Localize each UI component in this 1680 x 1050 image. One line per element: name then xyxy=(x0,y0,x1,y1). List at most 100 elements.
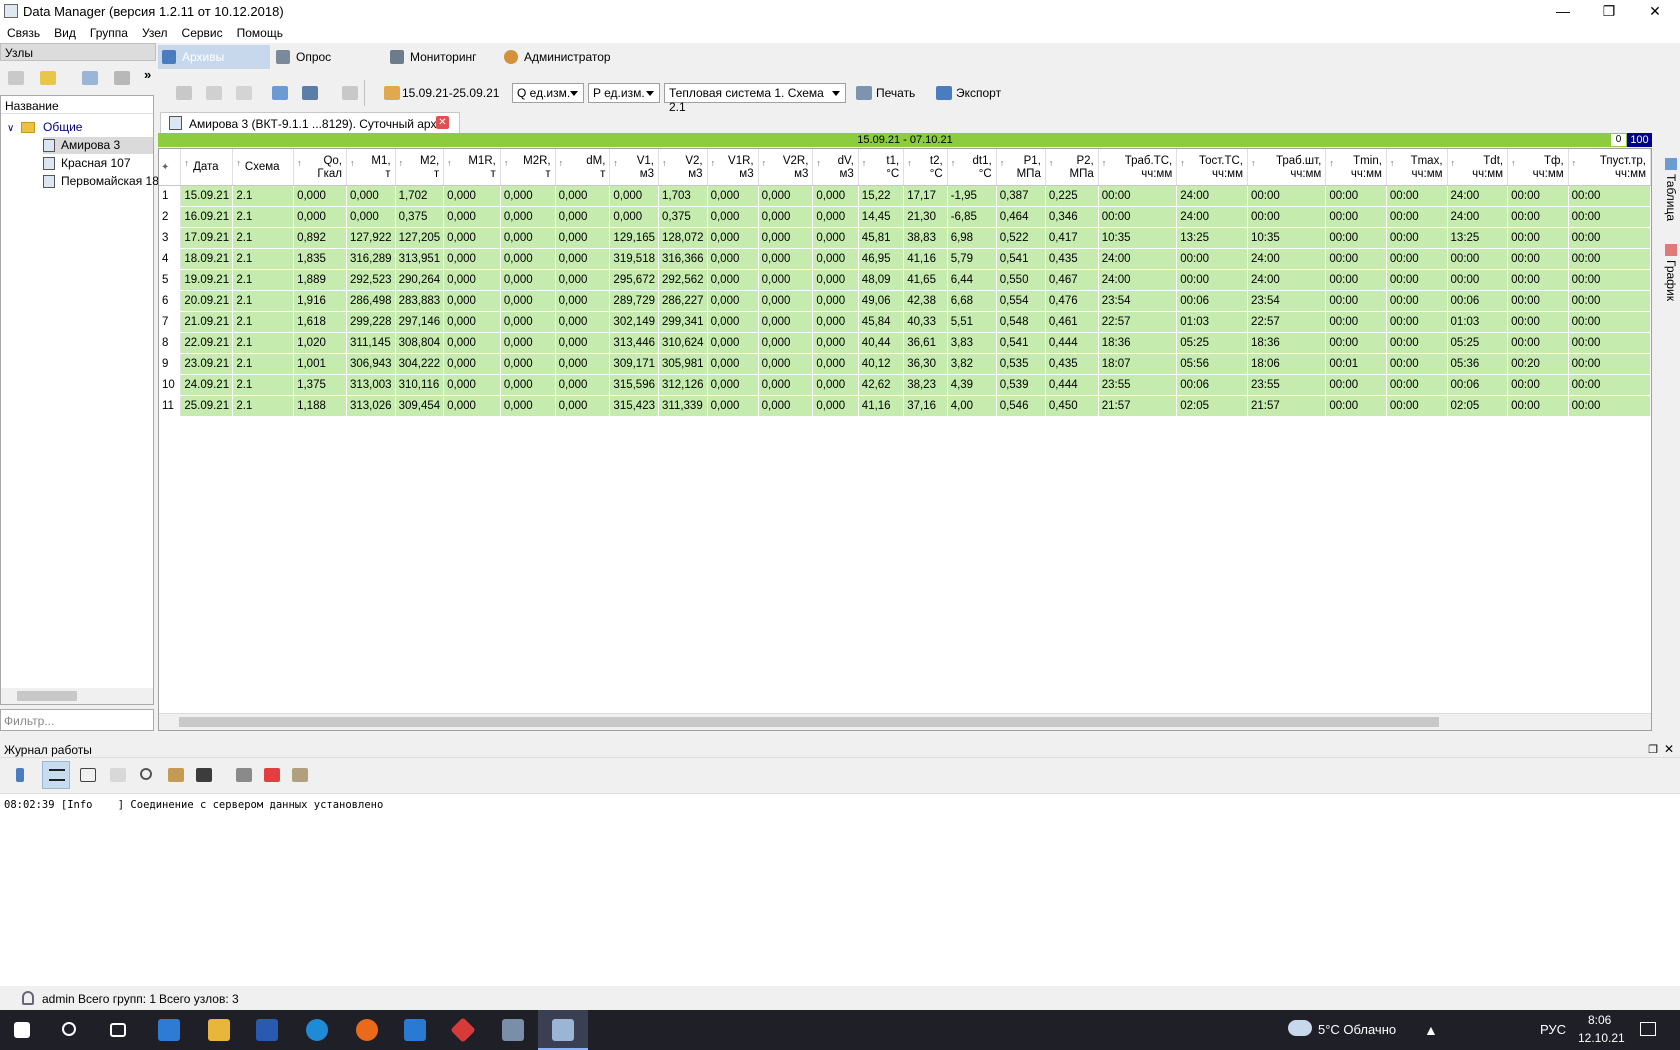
sort-arrow-icon[interactable]: ↑ xyxy=(559,157,564,170)
table-row[interactable]: 1 15.09.21 2.1 0,000 0,000 1,702 0,000 0,000 0,0… xyxy=(159,185,1651,207)
table-cell[interactable]: 0,000 xyxy=(707,353,759,375)
column-header[interactable]: ↑ Тф, чч:мм xyxy=(1507,149,1569,186)
table-cell[interactable]: -1,95 xyxy=(947,185,997,207)
weather-text[interactable]: 5°C Облачно xyxy=(1318,1022,1396,1037)
table-cell[interactable]: 0,435 xyxy=(1045,248,1099,270)
restore-button[interactable]: ❐ xyxy=(1586,0,1632,23)
table-cell[interactable]: 0,000 xyxy=(812,374,859,396)
tab-arkhivy[interactable]: Архивы xyxy=(158,45,270,69)
table-cell[interactable]: 0,417 xyxy=(1045,227,1099,249)
table-cell[interactable]: 24:00 xyxy=(1247,248,1327,270)
minimize-button[interactable]: — xyxy=(1540,0,1586,23)
heat-system-select[interactable]: Тепловая система 1. Схема 2.1 xyxy=(664,83,846,114)
table-row[interactable]: 3 17.09.21 2.1 0,892 127,922 127,205 0,000 0,00… xyxy=(159,227,1651,249)
table-cell[interactable]: 0,000 xyxy=(812,395,859,417)
table-cell[interactable]: 0,550 xyxy=(996,269,1046,291)
column-header[interactable]: ↑ V1R, м3 xyxy=(707,149,759,186)
table-cell[interactable]: 0,000 xyxy=(555,269,611,291)
menu-item-pomosh[interactable]: Помощь xyxy=(230,23,290,43)
table-cell[interactable]: 0,000 xyxy=(555,395,611,417)
notifications-icon[interactable] xyxy=(1640,1022,1656,1036)
table-cell[interactable]: 2.1 xyxy=(232,374,295,396)
table-cell[interactable]: 18:07 xyxy=(1098,353,1178,375)
table-cell[interactable]: 313,026 xyxy=(346,395,396,417)
report-icon[interactable] xyxy=(342,86,358,100)
table-cell[interactable]: 0,000 xyxy=(555,185,611,207)
table-cell[interactable]: 0,000 xyxy=(707,227,759,249)
table-cell[interactable]: 00:00 xyxy=(1098,185,1178,207)
column-header[interactable]: ↑ M1R, т xyxy=(443,149,501,186)
table-cell[interactable]: 0,000 xyxy=(758,353,814,375)
column-header[interactable]: ↑ Tdt, чч:мм xyxy=(1447,149,1509,186)
header-pin-icon[interactable]: ✦ xyxy=(159,149,182,186)
table-cell[interactable]: 0,000 xyxy=(707,374,759,396)
table-cell[interactable]: 00:00 xyxy=(1568,374,1651,396)
table-cell[interactable]: 0,444 xyxy=(1045,332,1099,354)
table-cell[interactable]: 00:00 xyxy=(1447,269,1509,291)
table-cell[interactable]: 0,464 xyxy=(996,206,1046,228)
table-cell[interactable]: 05:25 xyxy=(1176,332,1248,354)
table-cell[interactable]: 18:06 xyxy=(1247,353,1327,375)
table-cell[interactable]: 0,000 xyxy=(443,248,501,270)
table-cell[interactable]: 127,205 xyxy=(395,227,445,249)
table-cell[interactable]: 13:25 xyxy=(1447,227,1509,249)
table-cell[interactable]: 0,000 xyxy=(443,185,501,207)
sort-arrow-icon[interactable]: ↑ xyxy=(1390,157,1395,170)
table-cell[interactable]: 01:03 xyxy=(1176,311,1248,333)
menu-item-svyaz[interactable]: Связь xyxy=(0,23,47,43)
table-cell[interactable]: 0,000 xyxy=(812,290,859,312)
table-cell[interactable]: 41,16 xyxy=(858,395,905,417)
clock-date[interactable]: 12.10.21 xyxy=(1578,1031,1625,1045)
mail-icon[interactable] xyxy=(404,1019,426,1041)
table-cell[interactable]: 00:06 xyxy=(1447,290,1509,312)
table-cell[interactable]: 1,001 xyxy=(293,353,347,375)
table-cell[interactable]: 20.09.21 xyxy=(180,290,234,312)
tree-item-amirova-3[interactable]: Амирова 3 xyxy=(43,137,153,154)
table-cell[interactable]: 0,000 xyxy=(500,248,556,270)
table-cell[interactable]: 40,33 xyxy=(903,311,948,333)
table-cell[interactable]: 292,523 xyxy=(346,269,396,291)
table-cell[interactable]: 13:25 xyxy=(1176,227,1248,249)
table-cell[interactable]: 38,23 xyxy=(903,374,948,396)
table-cell[interactable]: 299,341 xyxy=(658,311,708,333)
sort-arrow-icon[interactable]: ↑ xyxy=(504,157,509,170)
table-cell[interactable]: 10:35 xyxy=(1247,227,1327,249)
sort-arrow-icon[interactable]: ↑ xyxy=(1000,157,1005,170)
table-cell[interactable]: 21:57 xyxy=(1247,395,1327,417)
table-cell[interactable]: 0,000 xyxy=(609,185,659,207)
table-cell[interactable]: 286,498 xyxy=(346,290,396,312)
table-cell[interactable]: 0,000 xyxy=(812,353,859,375)
table-cell[interactable]: 24:00 xyxy=(1247,269,1327,291)
table-row[interactable]: 9 23.09.21 2.1 1,001 306,943 304,222 0,000 0,00… xyxy=(159,353,1651,375)
sort-arrow-icon[interactable]: ↑ xyxy=(1180,157,1185,170)
sort-arrow-icon[interactable]: ↑ xyxy=(762,157,767,170)
tree-column-header[interactable]: Название xyxy=(1,96,153,114)
add-folder-icon[interactable] xyxy=(40,71,56,85)
row-number[interactable]: 9 xyxy=(159,353,182,375)
edit-node-icon[interactable] xyxy=(82,71,98,85)
table-cell[interactable]: 00:00 xyxy=(1386,269,1448,291)
table-cell[interactable]: 0,000 xyxy=(812,206,859,228)
table-cell[interactable]: 2.1 xyxy=(232,290,295,312)
row-number[interactable]: 5 xyxy=(159,269,182,291)
sort-arrow-icon[interactable]: ↑ xyxy=(951,157,956,170)
store-icon[interactable] xyxy=(158,1019,180,1041)
close-button[interactable]: ✕ xyxy=(1632,0,1678,23)
table-cell[interactable]: 00:01 xyxy=(1325,353,1387,375)
table-cell[interactable]: 0,000 xyxy=(346,185,396,207)
export-log-icon[interactable] xyxy=(292,768,308,782)
table-cell[interactable]: 05:36 xyxy=(1447,353,1509,375)
table-cell[interactable]: 1,889 xyxy=(293,269,347,291)
word-wrap-button[interactable] xyxy=(42,761,70,789)
firefox-icon[interactable] xyxy=(356,1019,378,1041)
table-cell[interactable]: 0,000 xyxy=(555,290,611,312)
table-cell[interactable]: 0,000 xyxy=(500,353,556,375)
table-cell[interactable]: 286,227 xyxy=(658,290,708,312)
column-header[interactable]: ↑ P2, МПа xyxy=(1045,149,1099,186)
table-cell[interactable]: 23:55 xyxy=(1247,374,1327,396)
table-cell[interactable]: 21.09.21 xyxy=(180,311,234,333)
table-cell[interactable]: 0,000 xyxy=(500,290,556,312)
table-cell[interactable]: 05:25 xyxy=(1447,332,1509,354)
table-cell[interactable]: 129,165 xyxy=(609,227,659,249)
column-header[interactable]: ↑ M1, т xyxy=(346,149,396,186)
